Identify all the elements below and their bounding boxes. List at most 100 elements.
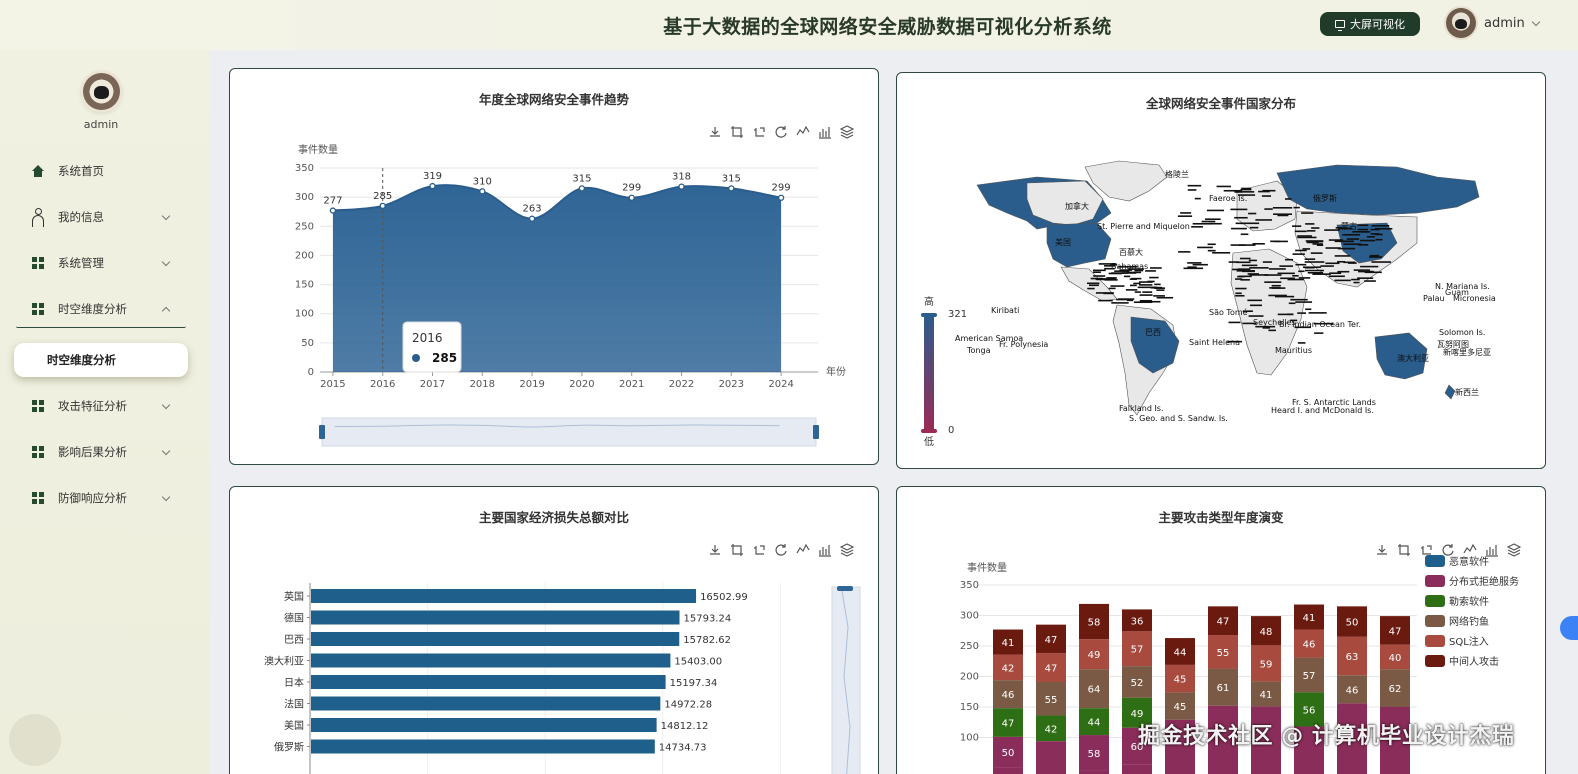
label-mark (1311, 227, 1320, 229)
label-mark (1357, 228, 1368, 231)
label-mark (1295, 301, 1313, 303)
label-mark (1272, 207, 1293, 209)
label-mark (1231, 227, 1247, 230)
label-mark (1235, 222, 1246, 225)
trend-chart[interactable]: 事件数量年份0501001502002503003502772015285201… (230, 69, 879, 465)
label-mark (1108, 272, 1122, 275)
label-mark (1204, 218, 1221, 221)
label-mark (1328, 275, 1345, 278)
sidebar-item-defense[interactable]: 防御响应分析 (32, 487, 177, 509)
label-mark (1308, 312, 1327, 314)
sidebar-item-system-mgmt[interactable]: 系统管理 (32, 252, 177, 274)
segment-value-label: 47 (1389, 626, 1402, 637)
label-mark (1295, 249, 1307, 252)
y-tick-label: 300 (960, 611, 979, 622)
label-mark (1180, 212, 1192, 214)
label-mark (1343, 261, 1356, 264)
segment-value-label: 45 (1174, 702, 1187, 713)
sidebar-item-spatiotemporal[interactable]: 时空维度分析 (32, 298, 177, 320)
sidebar-item-attack-features[interactable]: 攻击特征分析 (32, 395, 177, 417)
legend-label: SQL注入 (1449, 635, 1489, 648)
bar-value-label: 14734.73 (659, 743, 707, 754)
map-label: 新西兰 (1455, 387, 1479, 397)
label-mark (1237, 268, 1251, 270)
x-tick-label: 2017 (420, 379, 445, 390)
label-mark (1187, 266, 1197, 268)
map-label: Saint Helena (1189, 338, 1240, 347)
x-tick-label: 2019 (519, 379, 544, 390)
map-label: São Tomé (1209, 307, 1248, 317)
map-label: Solomon Is. (1439, 328, 1485, 337)
label-mark (1271, 284, 1281, 287)
label-mark (1087, 282, 1100, 285)
label-mark (1095, 292, 1114, 294)
data-point (678, 183, 685, 190)
label-mark (1298, 277, 1311, 279)
category-label: 澳大利亚 (264, 655, 304, 668)
data-point (528, 215, 536, 222)
bar-value-label: 15403.00 (674, 657, 722, 668)
sidebar-item-my-info[interactable]: 我的信息 (32, 206, 177, 228)
label-mark (1098, 299, 1113, 302)
segment-value-label: 50 (1346, 618, 1359, 629)
world-map[interactable]: 格陵兰加拿大美国 St. Pierre and Miquelon Faeroe Is… (897, 73, 1546, 469)
x-tick-label: 2016 (370, 379, 395, 390)
segment-value-label: 36 (1131, 616, 1144, 627)
y-axis-label: 事件数量 (967, 561, 1007, 574)
bar (311, 632, 680, 646)
map-label: Kiribati (991, 306, 1019, 315)
label-mark (1258, 190, 1270, 193)
stacked-bar-segment (1079, 770, 1109, 774)
map-panel: 全球网络安全事件国家分布 格陵兰 加拿大 美国 St. Pierre and Miqu… (896, 72, 1546, 469)
bar-value-label: 15782.62 (683, 635, 731, 646)
data-point (578, 185, 586, 192)
label-mark (1325, 262, 1340, 265)
label-mark (1262, 261, 1273, 263)
legend-max: 321 (948, 309, 967, 320)
bar-value-label: 14972.28 (664, 700, 712, 711)
sidebar-item-impact[interactable]: 影响后果分析 (32, 441, 177, 463)
map-label: 俄罗斯 (1313, 193, 1337, 203)
user-menu[interactable]: admin (1446, 8, 1540, 38)
y-tick-label: 150 (295, 280, 314, 291)
map-label: 百慕大 (1119, 247, 1143, 257)
label-mark (1247, 299, 1262, 302)
label-mark (1302, 248, 1311, 250)
label-mark (1087, 287, 1095, 290)
label-mark (1240, 188, 1252, 191)
label-mark (1357, 224, 1369, 227)
label-mark (1353, 269, 1370, 271)
y-tick-label: 350 (295, 163, 314, 174)
segment-value-label: 41 (1260, 690, 1273, 701)
floating-circle[interactable] (9, 714, 61, 766)
label-mark (1235, 292, 1242, 295)
sidebar-item-home[interactable]: 系统首页 (32, 160, 177, 182)
label-mark (1305, 223, 1315, 225)
header-user-name: admin (1484, 15, 1525, 31)
side-floating-button[interactable] (1560, 616, 1578, 640)
grid-icon (32, 257, 44, 269)
label-mark (1292, 253, 1305, 255)
label-mark (1123, 275, 1131, 278)
sidebar-subitem-spatiotemporal[interactable]: 时空维度分析 (14, 343, 188, 377)
bar-value-label: 15197.34 (670, 678, 718, 689)
category-label: 美国 (284, 719, 304, 732)
loss-chart[interactable]: 英国 16502.99 德国 15793.24 巴西 15782.62 澳大利亚 15403.… (230, 487, 879, 774)
segment-value-label: 59 (1260, 659, 1273, 670)
x-axis-label: 年份 (826, 365, 846, 378)
label-mark (1304, 258, 1316, 260)
data-zoom-slider (319, 417, 819, 447)
map-label: 加拿大 (1065, 201, 1089, 211)
label-mark (1369, 254, 1380, 257)
label-mark (1228, 261, 1239, 263)
segment-value-label: 41 (1303, 613, 1316, 624)
y-axis-label: 事件数量 (298, 143, 338, 156)
label-mark (1297, 235, 1312, 237)
data-point (379, 202, 386, 210)
x-tick-label: 2020 (569, 379, 594, 390)
chevron-down-icon (161, 257, 171, 266)
label-mark (1295, 263, 1307, 266)
user-icon (32, 208, 44, 227)
bigscreen-button[interactable]: 大屏可视化 (1320, 12, 1420, 36)
sidebar-avatar (83, 73, 120, 110)
